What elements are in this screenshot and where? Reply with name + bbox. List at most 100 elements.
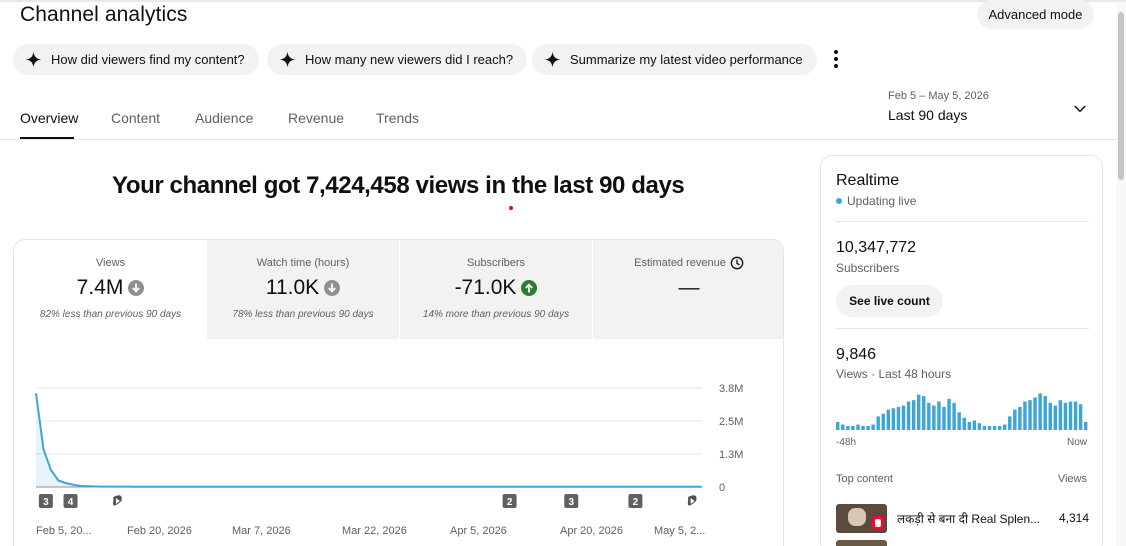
realtime-bar: [932, 405, 936, 430]
realtime-bar: [1018, 406, 1022, 430]
realtime-bar: [1043, 396, 1047, 430]
realtime-status: Updating live: [836, 194, 916, 208]
realtime-bar: [911, 400, 916, 430]
x-axis-tick-label: Mar 7, 2026: [232, 525, 291, 537]
realtime-bar: [997, 425, 1002, 430]
see-live-count-button[interactable]: See live count: [836, 285, 943, 317]
sparkle-icon: [544, 51, 561, 68]
realtime-subscribers-value: 10,347,772: [836, 239, 917, 256]
tab-audience[interactable]: Audience: [195, 110, 253, 126]
realtime-bar: [841, 424, 845, 430]
views-line-chart[interactable]: 3.8M 2.5M 1.3M 0 3 4 2 3 2 Feb 5, 20... Feb 20, 20…: [14, 240, 784, 546]
realtime-bar: [962, 417, 966, 430]
realtime-views-bar-chart[interactable]: [836, 391, 1089, 431]
realtime-bar: [906, 401, 911, 430]
sparkle-icon: [25, 51, 42, 68]
realtime-bar: [1028, 400, 1032, 430]
suggestion-chip-label: How did viewers find my content?: [51, 52, 245, 67]
realtime-bar: [881, 413, 885, 430]
realtime-bar: [891, 408, 896, 430]
scrollbar-thumb[interactable]: [1118, 12, 1124, 180]
realtime-axis-end: Now: [1066, 437, 1087, 448]
live-dot-icon: [836, 198, 842, 204]
realtime-bar: [846, 425, 850, 430]
realtime-bar: [927, 402, 931, 430]
realtime-bar: [947, 398, 951, 430]
realtime-bar: [866, 425, 870, 430]
video-count-label: 3: [43, 497, 49, 508]
video-count-label: 3: [568, 497, 574, 508]
realtime-bar: [901, 405, 906, 430]
realtime-bar: [1048, 402, 1052, 430]
realtime-bar: [1033, 397, 1037, 430]
y-axis-tick-label: 3.8M: [719, 383, 743, 395]
suggestion-chip-new-viewers[interactable]: How many new viewers did I reach?: [267, 44, 528, 75]
x-axis-tick-label: Apr 20, 2026: [560, 525, 623, 537]
tab-content[interactable]: Content: [111, 110, 160, 126]
realtime-bar: [1002, 424, 1007, 430]
realtime-bar: [1013, 409, 1017, 430]
realtime-bar: [1038, 393, 1042, 430]
realtime-status-label: Updating live: [847, 194, 917, 208]
realtime-card: Realtime Updating live 10,347,772 Subscr…: [820, 155, 1103, 546]
realtime-title: Realtime: [836, 172, 900, 189]
realtime-views-label: Views · Last 48 hours: [836, 367, 952, 381]
realtime-bar: [1073, 401, 1078, 430]
date-range-text[interactable]: Feb 5 – May 5, 2026: [888, 90, 989, 102]
realtime-bar: [876, 416, 880, 430]
y-axis-tick-label: 2.5M: [719, 416, 743, 428]
realtime-bar: [952, 402, 956, 430]
tab-overview[interactable]: Overview: [20, 110, 78, 126]
realtime-bar: [957, 412, 961, 430]
views-column-header: Views: [1057, 473, 1087, 485]
top-content-item[interactable]: लकड़ी से बना दी Real Splen... 4,314: [836, 504, 1089, 534]
realtime-bar: [982, 425, 987, 430]
realtime-bar: [992, 425, 997, 430]
realtime-bar: [836, 421, 840, 430]
overview-card: Views 7.4M 82% less than previous 90 day…: [13, 239, 784, 546]
video-thumbnail: [836, 504, 887, 533]
realtime-bar: [861, 425, 865, 430]
realtime-views-value: 9,846: [836, 346, 877, 363]
realtime-bar: [1008, 416, 1012, 430]
top-border: [0, 0, 1126, 2]
y-axis-tick-label: 1.3M: [719, 449, 743, 461]
views-line: [35, 393, 702, 488]
page-title: Channel analytics: [20, 3, 188, 26]
realtime-bar: [942, 406, 946, 430]
realtime-bar: [937, 401, 941, 430]
shorts-icon: [872, 516, 884, 530]
suggestion-chip-label: How many new viewers did I reach?: [305, 52, 514, 67]
chevron-down-icon[interactable]: [1071, 100, 1089, 118]
red-dot-indicator: [509, 206, 513, 210]
y-axis-tick-label: 0: [719, 482, 725, 494]
more-options-icon[interactable]: [828, 48, 844, 70]
realtime-bar: [1023, 401, 1027, 430]
x-axis-tick-label: May 5, 2...: [654, 525, 705, 537]
suggestion-chip-summarize[interactable]: Summarize my latest video performance: [532, 44, 817, 75]
realtime-bar: [977, 423, 982, 430]
realtime-bar: [856, 424, 860, 430]
realtime-bar: [871, 424, 875, 430]
tab-revenue[interactable]: Revenue: [288, 110, 344, 126]
x-axis-tick-label: Feb 5, 20...: [36, 525, 92, 537]
video-views: 4,314: [1058, 511, 1089, 525]
realtime-bar: [1058, 400, 1063, 430]
date-range-label[interactable]: Last 90 days: [888, 107, 967, 123]
video-count-label: 4: [68, 497, 74, 508]
realtime-axis-start: -48h: [836, 437, 857, 448]
divider: [836, 328, 1089, 329]
realtime-bar: [1068, 401, 1073, 430]
suggestion-chip-viewers-found[interactable]: How did viewers find my content?: [13, 44, 259, 75]
x-axis-tick-label: Mar 22, 2026: [342, 525, 407, 537]
top-content-header: Top content: [836, 473, 893, 485]
suggestion-chip-label: Summarize my latest video performance: [570, 52, 803, 67]
advanced-mode-button[interactable]: Advanced mode: [977, 0, 1094, 29]
realtime-bar: [851, 425, 855, 430]
realtime-bar: [1063, 402, 1068, 430]
video-count-label: 2: [507, 497, 513, 508]
divider: [836, 221, 1089, 222]
video-thumbnail[interactable]: [836, 540, 887, 546]
realtime-bar: [916, 394, 921, 430]
tab-trends[interactable]: Trends: [376, 110, 419, 126]
